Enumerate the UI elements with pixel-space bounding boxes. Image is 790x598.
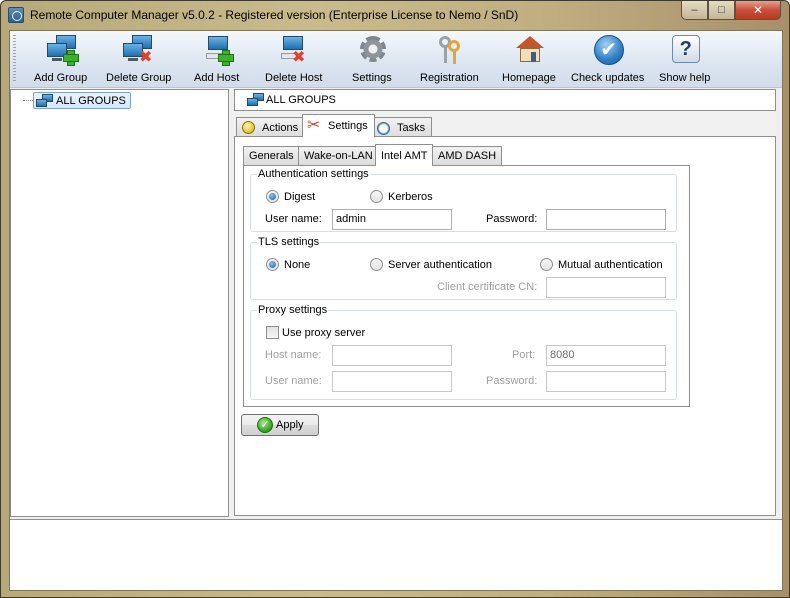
app-icon xyxy=(8,7,24,23)
checkbox[interactable] xyxy=(266,326,279,339)
house-icon xyxy=(512,34,546,66)
radio-unchecked[interactable] xyxy=(370,258,383,271)
tools-icon: ✂ xyxy=(307,117,321,134)
add-group-icon xyxy=(44,34,79,66)
use-proxy-checkbox[interactable]: Use proxy server xyxy=(266,326,365,339)
proxy-username-label: User name: xyxy=(265,375,322,387)
maximize-button[interactable]: □ xyxy=(708,1,735,20)
auth-username-input[interactable]: admin xyxy=(332,209,452,230)
check-circle-icon: ✓ xyxy=(257,417,273,433)
delete-group-icon: ✖ xyxy=(120,34,154,66)
radio-checked[interactable] xyxy=(266,258,279,271)
tab-actions[interactable]: Actions xyxy=(236,117,306,137)
toolbar-grip[interactable] xyxy=(13,35,16,83)
question-icon: ? xyxy=(668,34,702,66)
add-host-icon xyxy=(200,34,234,66)
auth-password-label: Password: xyxy=(486,213,538,225)
show-help-button[interactable]: ? Show help xyxy=(659,34,710,86)
delete-host-icon: ✖ xyxy=(275,34,309,66)
tls-mutual-auth-radio[interactable]: Mutual authentication xyxy=(540,258,663,271)
proxy-password-input[interactable] xyxy=(546,371,666,392)
app-window: Remote Computer Manager v5.0.2 - Registe… xyxy=(0,0,790,598)
client-cert-cn-input[interactable] xyxy=(546,277,666,298)
bulb-icon xyxy=(241,120,257,136)
settings-panel: Generals Wake-on-LAN Intel AMT AMD DASH … xyxy=(234,136,776,516)
proxy-host-input[interactable] xyxy=(332,345,452,366)
tree-node-all-groups[interactable]: ALL GROUPS xyxy=(33,92,131,109)
toolbar: Add Group ✖ Delete Group Add Host ✖ Dele… xyxy=(10,31,782,88)
radio-checked[interactable] xyxy=(266,190,279,203)
homepage-button[interactable]: Homepage xyxy=(502,34,556,86)
log-panel[interactable] xyxy=(10,519,782,590)
checkmark-icon: ✔ xyxy=(591,34,625,66)
add-group-button[interactable]: Add Group xyxy=(34,34,87,86)
stopwatch-icon xyxy=(376,120,392,136)
tab-settings[interactable]: ✂ Settings xyxy=(302,114,375,137)
client-cert-cn-label: Client certificate CN: xyxy=(437,281,538,293)
radio-unchecked[interactable] xyxy=(540,258,553,271)
window-title: Remote Computer Manager v5.0.2 - Registe… xyxy=(30,8,519,22)
keys-icon xyxy=(432,34,466,66)
radio-unchecked[interactable] xyxy=(370,190,383,203)
tls-server-auth-radio[interactable]: Server authentication xyxy=(370,258,492,271)
proxy-password-label: Password: xyxy=(486,375,538,387)
proxy-port-label: Port: xyxy=(512,349,536,361)
network-icon xyxy=(36,94,54,108)
proxy-username-input[interactable] xyxy=(332,371,452,392)
registration-button[interactable]: Registration xyxy=(420,34,479,86)
tree-connector xyxy=(23,100,33,101)
auth-username-label: User name: xyxy=(265,213,322,225)
delete-host-button[interactable]: ✖ Delete Host xyxy=(265,34,322,86)
proxy-port-input[interactable]: 8080 xyxy=(546,345,666,366)
digest-radio[interactable]: Digest xyxy=(266,190,315,203)
tls-none-radio[interactable]: None xyxy=(266,258,310,271)
selected-group-header: ALL GROUPS xyxy=(234,89,776,111)
settings-button[interactable]: Settings xyxy=(352,34,392,86)
kerberos-radio[interactable]: Kerberos xyxy=(370,190,433,203)
group-tree[interactable]: ALL GROUPS xyxy=(10,89,229,517)
title-bar: Remote Computer Manager v5.0.2 - Registe… xyxy=(1,1,789,29)
network-icon xyxy=(247,93,265,107)
subtab-wake-on-lan[interactable]: Wake-on-LAN xyxy=(298,146,379,165)
subtab-intel-amt[interactable]: Intel AMT xyxy=(375,144,434,166)
gear-icon xyxy=(355,34,389,66)
delete-group-button[interactable]: ✖ Delete Group xyxy=(106,34,171,86)
check-updates-button[interactable]: ✔ Check updates xyxy=(571,34,644,86)
client-area: Add Group ✖ Delete Group Add Host ✖ Dele… xyxy=(9,30,783,591)
subtab-amd-dash[interactable]: AMD DASH xyxy=(432,146,503,165)
intel-amt-panel: Authentication settings Digest Kerberos … xyxy=(243,165,690,407)
auth-password-input[interactable] xyxy=(546,209,666,230)
subtab-generals[interactable]: Generals xyxy=(243,146,300,165)
minimize-button[interactable]: – xyxy=(681,1,708,20)
apply-button[interactable]: ✓ Apply xyxy=(241,414,319,436)
proxy-host-label: Host name: xyxy=(265,349,322,361)
close-button[interactable]: ✕ xyxy=(735,1,781,20)
tab-tasks[interactable]: Tasks xyxy=(371,117,433,137)
add-host-button[interactable]: Add Host xyxy=(194,34,239,86)
